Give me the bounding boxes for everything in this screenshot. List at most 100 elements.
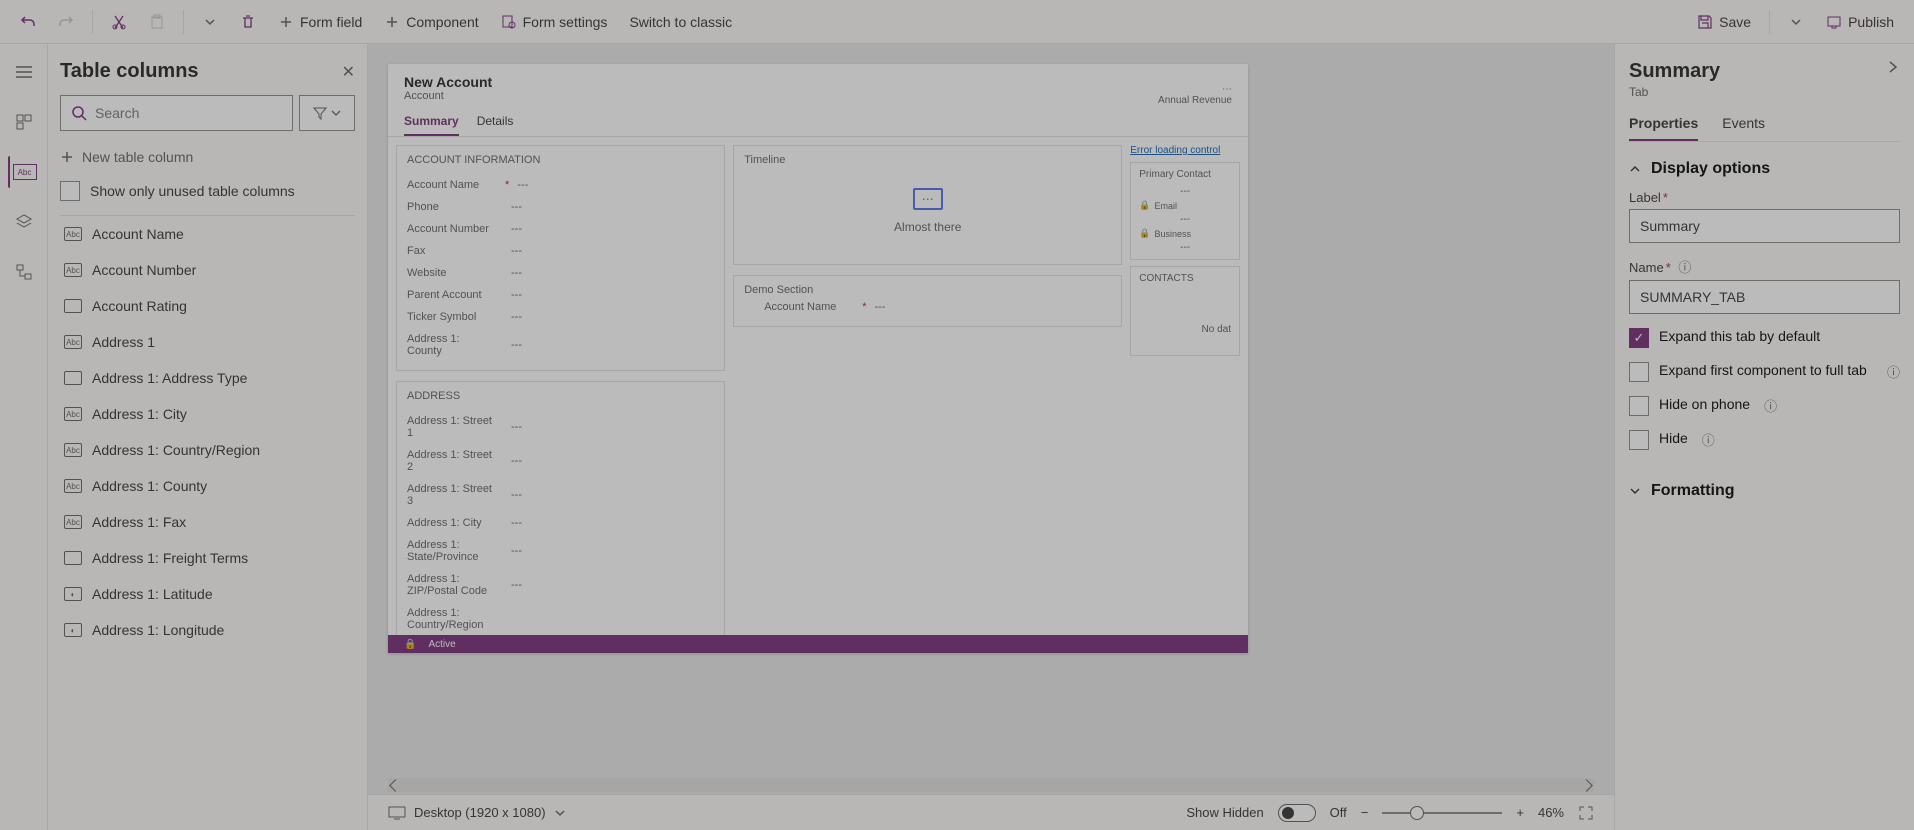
formatting-header[interactable]: Formatting [1629,482,1900,500]
delete-button[interactable] [232,8,264,36]
columns-list[interactable]: AbcAccount NameAbcAccount Number Account … [60,215,355,830]
show-hidden-toggle[interactable] [1278,804,1316,822]
search-input-wrap[interactable] [60,95,293,131]
chevron-right-icon[interactable] [1886,60,1900,74]
form-card[interactable]: New Account Account ⋯ Annual Revenue Sum… [388,64,1248,653]
column-item[interactable]: AbcAddress 1: Country/Region [60,432,355,468]
timeline-section[interactable]: Timeline ⋯ Almost there [733,145,1122,265]
zoom-out-button[interactable]: − [1361,805,1369,820]
rp-subtitle: Tab [1629,85,1720,99]
save-chevron[interactable] [1780,8,1812,36]
footer-status: Active [428,639,455,650]
account-info-section[interactable]: ACCOUNT INFORMATION Account Name*---Phon… [396,145,725,371]
redo-button[interactable] [50,8,82,36]
zoom-in-button[interactable]: + [1516,805,1524,820]
name-input[interactable] [1629,280,1900,314]
form-field-row[interactable]: Address 1: ZIP/Postal Code--- [407,568,714,602]
more-icon[interactable]: ⋯ [1158,84,1232,95]
form-field-row[interactable]: Fax--- [407,240,714,262]
device-icon [388,806,406,820]
hide-checkbox[interactable] [1629,430,1649,450]
column-item[interactable]: AbcAccount Number [60,252,355,288]
form-field-row[interactable]: Account Number--- [407,218,714,240]
hide-row[interactable]: Hide ⓘ [1629,430,1900,450]
label-input[interactable] [1629,209,1900,243]
fit-icon[interactable] [1578,805,1594,821]
form-tab[interactable]: Summary [404,114,459,136]
cut-button[interactable] [103,8,135,36]
form-field-row[interactable]: Parent Account--- [407,284,714,306]
save-icon [1697,14,1713,30]
device-label[interactable]: Desktop (1920 x 1080) [414,805,546,820]
form-field-row[interactable]: Address 1: Street 3--- [407,478,714,512]
field-value: --- [511,267,522,279]
primary-contact-box[interactable]: Primary Contact --- 🔒Email --- 🔒Business… [1130,162,1240,260]
rail-components[interactable] [8,106,40,138]
contacts-box[interactable]: CONTACTS No dat [1130,266,1240,356]
column-item[interactable]: ◐Address 1: Latitude [60,576,355,612]
chevron-down-icon[interactable] [554,807,566,819]
form-field-row[interactable]: Website--- [407,262,714,284]
hide-phone-checkbox[interactable] [1629,396,1649,416]
form-field-row[interactable]: Address 1: Street 1--- [407,410,714,444]
tab-events[interactable]: Events [1722,115,1765,141]
form-field-row[interactable]: Phone--- [407,196,714,218]
canvas-viewport[interactable]: New Account Account ⋯ Annual Revenue Sum… [368,44,1614,778]
rail-layers[interactable] [8,206,40,238]
chevron-down-icon [1629,485,1641,497]
expand-default-row[interactable]: ✓ Expand this tab by default [1629,328,1900,348]
info-icon[interactable]: ⓘ [1702,430,1715,449]
form-field-row[interactable]: Address 1: Country/Region [407,602,714,636]
switch-classic-button[interactable]: Switch to classic [621,8,740,36]
expand-default-checkbox[interactable]: ✓ [1629,328,1649,348]
search-input[interactable] [95,105,282,121]
expand-first-row[interactable]: Expand first component to full tab ⓘ [1629,362,1900,382]
hide-phone-row[interactable]: Hide on phone ⓘ [1629,396,1900,416]
display-options-header[interactable]: Display options [1629,160,1900,178]
column-item[interactable]: AbcAddress 1: City [60,396,355,432]
form-tab[interactable]: Details [477,114,514,136]
new-column-button[interactable]: New table column [60,143,355,171]
undo-button[interactable] [12,8,44,36]
info-icon[interactable]: ⓘ [1887,362,1900,381]
address-section[interactable]: ADDRESS Address 1: Street 1---Address 1:… [396,381,725,645]
column-label: Account Rating [92,298,187,314]
rail-columns[interactable]: Abc [8,156,40,188]
column-item[interactable]: AbcAddress 1 [60,324,355,360]
more-chevron-button[interactable] [194,8,226,36]
info-icon[interactable]: ⓘ [1678,260,1691,275]
form-field-row[interactable]: Address 1: County--- [407,328,714,362]
demo-field-value: --- [874,301,885,313]
zoom-slider[interactable] [1382,812,1502,814]
unused-filter-row[interactable]: Show only unused table columns [60,171,355,215]
filter-button[interactable] [299,95,355,131]
close-icon[interactable]: ✕ [342,62,355,82]
column-item[interactable]: AbcAddress 1: Fax [60,504,355,540]
save-button[interactable]: Save [1689,8,1759,36]
form-field-row[interactable]: Account Name*--- [407,174,714,196]
demo-section[interactable]: Demo Section Account Name * --- [733,275,1122,327]
form-settings-button[interactable]: Form settings [493,8,616,36]
expand-first-checkbox[interactable] [1629,362,1649,382]
horizontal-scrollbar[interactable] [388,778,1594,792]
form-field-row[interactable]: Address 1: State/Province--- [407,534,714,568]
column-item[interactable]: AbcAddress 1: County [60,468,355,504]
column-item[interactable]: Address 1: Freight Terms [60,540,355,576]
publish-button[interactable]: Publish [1818,8,1902,36]
column-item[interactable]: AbcAccount Name [60,216,355,252]
tab-properties[interactable]: Properties [1629,115,1698,141]
form-field-button[interactable]: Form field [270,8,370,36]
unused-filter-checkbox[interactable] [60,181,80,201]
form-field-row[interactable]: Address 1: Street 2--- [407,444,714,478]
form-field-row[interactable]: Ticker Symbol--- [407,306,714,328]
column-item[interactable]: ◐Address 1: Longitude [60,612,355,648]
form-field-row[interactable]: Address 1: City--- [407,512,714,534]
paste-button[interactable] [141,8,173,36]
rail-tree[interactable] [8,256,40,288]
component-button[interactable]: Component [376,8,486,36]
error-link[interactable]: Error loading control [1130,145,1240,156]
column-item[interactable]: Account Rating [60,288,355,324]
column-item[interactable]: Address 1: Address Type [60,360,355,396]
rail-hamburger[interactable] [8,56,40,88]
info-icon[interactable]: ⓘ [1764,396,1777,415]
